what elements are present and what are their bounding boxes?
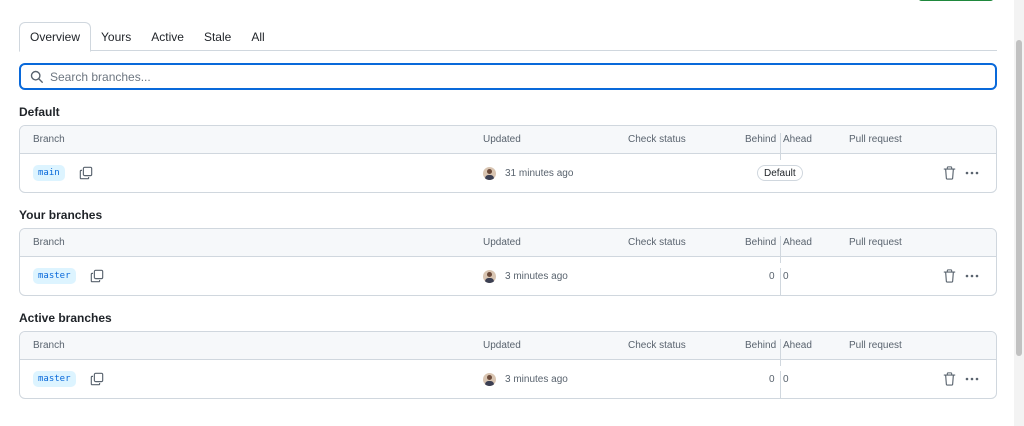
avatar[interactable] [483,166,496,180]
column-header-branch: Branch [33,340,65,351]
scrollbar-thumb[interactable] [1016,40,1022,356]
column-header-branch: Branch [33,134,65,145]
behind-ahead-divider [780,371,781,398]
tab-overview[interactable]: Overview [19,22,92,52]
branch-name-link[interactable]: main [33,165,65,181]
default-badge: Default [757,165,803,181]
tab-active[interactable]: Active [141,22,194,51]
branch-cell: main [33,154,93,192]
column-header-behind: Behind [745,134,777,145]
section-title-your-branches: Your branches [19,208,103,222]
search-icon [30,70,44,84]
tab-yours[interactable]: Yours [91,22,141,51]
column-header-behind: Behind [745,237,777,248]
search-box[interactable] [19,63,997,90]
updated-time: 3 minutes ago [505,270,568,282]
tab-stale[interactable]: Stale [194,22,241,51]
trash-icon[interactable] [943,269,956,283]
column-header-pull-request: Pull request [849,134,902,145]
column-header-branch: Branch [33,237,65,248]
trash-icon[interactable] [943,166,956,180]
table-row: master 3 minutes ago 0 0 [20,360,996,398]
kebab-horizontal-icon[interactable] [964,166,980,180]
column-header-pull-request: Pull request [849,237,902,248]
updated-cell: 31 minutes ago [483,154,573,192]
column-header-ahead: Ahead [783,134,812,145]
active-branches-table: Branch Updated Check status Behind Ahead… [19,331,997,399]
column-header-ahead: Ahead [783,237,812,248]
branch-name-link[interactable]: master [33,268,76,284]
column-header-pull-request: Pull request [849,340,902,351]
branch-cell: master [33,360,104,398]
behind-ahead-divider [780,268,781,295]
default-branch-table: Branch Updated Check status Behind Ahead… [19,125,997,193]
table-header: Branch Updated Check status Behind Ahead… [20,126,996,160]
updated-time: 31 minutes ago [505,167,574,179]
updated-cell: 3 minutes ago [483,360,568,398]
branch-cell: master [33,257,104,295]
ahead-count: 0 [783,373,789,385]
your-branches-table: Branch Updated Check status Behind Ahead… [19,228,997,296]
table-row: main 31 minutes ago Default [20,154,996,192]
column-header-updated: Updated [483,237,521,248]
column-header-check-status: Check status [628,340,686,351]
top-button-edge[interactable] [918,0,994,1]
updated-cell: 3 minutes ago [483,257,568,295]
ahead-count: 0 [783,270,789,282]
tab-all[interactable]: All [241,22,274,51]
branch-name-link[interactable]: master [33,371,76,387]
column-header-updated: Updated [483,134,521,145]
behind-count: 0 [769,373,775,385]
updated-time: 3 minutes ago [505,373,568,385]
branch-filter-tabs: Overview Yours Active Stale All [19,22,997,52]
copy-icon[interactable] [90,269,104,283]
section-title-default: Default [19,105,60,119]
section-title-active-branches: Active branches [19,311,112,325]
behind-count: 0 [769,270,775,282]
kebab-horizontal-icon[interactable] [964,372,980,386]
table-row: master 3 minutes ago 0 0 [20,257,996,295]
copy-icon[interactable] [79,166,93,180]
table-header: Branch Updated Check status Behind Ahead… [20,229,996,263]
page-scrollbar[interactable] [1014,0,1024,426]
avatar[interactable] [483,372,496,386]
copy-icon[interactable] [90,372,104,386]
kebab-horizontal-icon[interactable] [964,269,980,283]
column-header-ahead: Ahead [783,340,812,351]
column-header-check-status: Check status [628,237,686,248]
search-input[interactable] [50,69,995,84]
column-header-check-status: Check status [628,134,686,145]
column-header-behind: Behind [745,340,777,351]
trash-icon[interactable] [943,372,956,386]
table-header: Branch Updated Check status Behind Ahead… [20,332,996,366]
avatar[interactable] [483,269,496,283]
column-header-updated: Updated [483,340,521,351]
